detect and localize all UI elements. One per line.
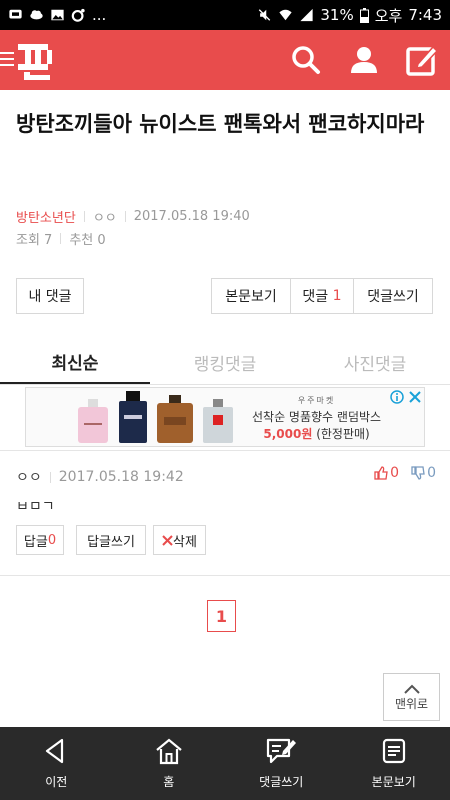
post-stats: 조회 7 추천 0 [16,229,106,248]
comment-text: ㅂㅁㄱ [16,499,55,515]
chat-icon [9,9,22,19]
nav-write-comment[interactable]: 댓글쓰기 [225,727,338,800]
meta-separator [124,211,126,222]
ad-headline: 선착순 명품향수 랜덤박스 [252,409,382,424]
status-ampm: 오후 [374,6,403,25]
search-icon [292,46,320,74]
edit-icon [406,45,438,76]
search-button[interactable] [288,42,324,78]
pann-logo[interactable] [14,38,54,82]
write-post-button[interactable] [404,42,440,78]
nav-back-label: 이전 [45,775,68,789]
upvote-count: 0 [390,465,400,481]
nav-home[interactable]: 홈 [113,727,226,800]
reply-button[interactable]: 답글 0 [16,525,64,555]
reply-count: 0 [47,532,57,548]
post-title: 방탄조끼들아 뉴이스트 팬톡와서 팬코하지마라 [16,112,425,136]
post-category[interactable]: 방탄소년단 [16,207,76,226]
nav-view-post[interactable]: 본문보기 [338,727,450,800]
meta-separator [83,211,85,222]
menu-icon[interactable] [0,49,14,69]
ad-price: 5,000원 [263,426,313,441]
perfume-pink-icon [78,399,108,443]
back-icon [46,738,64,764]
image-icon [51,9,64,21]
user-icon [351,47,377,73]
nav-back[interactable]: 이전 [0,727,113,800]
write-comment-button[interactable]: 댓글쓰기 [354,279,432,313]
downvote-count: 0 [427,465,436,481]
perfume-brown-icon [157,395,193,443]
nav-view-post-label: 본문보기 [371,775,416,789]
scroll-top-button[interactable]: 맨위로 [383,673,440,721]
post-views: 조회 7 [16,233,53,248]
my-comments-button[interactable]: 내 댓글 [16,278,84,314]
comment-datetime: 2017.05.18 19:42 [58,469,184,485]
app-bar [0,30,450,90]
meta-separator [60,233,62,244]
comment-meta: ㅇㅇ 2017.05.18 19:42 [16,467,184,487]
logo-mark [18,44,52,80]
divider [0,450,450,451]
battery-percent: 31% [320,6,354,24]
nav-write-comment-label: 댓글쓰기 [259,775,304,789]
chevron-up-icon [403,684,420,694]
comments-label: 댓글 [302,289,329,305]
write-reply-button[interactable]: 답글쓰기 [76,525,146,555]
page-number-current[interactable]: 1 [207,600,236,632]
home-icon [156,738,182,765]
status-bar: ... 31% 오후 7:43 [0,0,450,30]
ad-brand: 우주마켓 [297,395,336,405]
mute-icon [259,9,271,21]
comment-sort-tabs: 최신순 랭킹댓글 사진댓글 [0,340,450,385]
tab-latest[interactable]: 최신순 [0,340,150,384]
document-icon [382,738,405,764]
close-icon [162,534,173,546]
downvote-button[interactable]: 0 [411,465,436,481]
delete-button[interactable]: 삭제 [153,525,206,555]
upvote-button[interactable]: 0 [374,465,399,481]
ad-product-image [76,391,234,443]
post-datetime: 2017.05.18 19:40 [133,209,250,224]
delete-label: 삭제 [173,534,197,550]
battery-icon [359,7,369,23]
post-action-group: 본문보기 댓글 1 댓글쓰기 [211,278,433,314]
view-post-button[interactable]: 본문보기 [212,279,291,313]
record-icon [71,8,85,22]
post-meta: 방탄소년단 ㅇㅇ 2017.05.18 19:40 [16,207,250,226]
divider [0,575,450,576]
thumbs-up-icon [374,466,388,480]
comment-write-icon [267,738,297,764]
wifi-icon [279,9,292,21]
meta-separator [49,471,51,483]
post-author: ㅇㅇ [92,211,117,226]
comments-button[interactable]: 댓글 1 [291,279,354,313]
ad-suffix: (한정판매) [316,426,370,441]
ad-badges [388,388,424,406]
status-more: ... [92,6,107,24]
signal-icon [300,8,313,22]
profile-button[interactable] [346,42,382,78]
tab-photo[interactable]: 사진댓글 [300,340,450,384]
perfume-blue-icon [119,391,147,443]
cloud-icon [30,10,43,20]
comments-count: 1 [332,288,342,304]
comment-author: ㅇㅇ [16,470,42,486]
perfume-ferrari-icon [203,399,233,443]
reply-label: 답글 [23,534,48,550]
bottom-nav: 이전 홈 댓글쓰기 본문보기 [0,727,450,800]
ad-close-icon[interactable] [406,388,424,406]
status-time: 7:43 [408,6,442,24]
tab-ranking[interactable]: 랭킹댓글 [150,340,300,384]
comment-votes: 0 0 [374,465,436,481]
ad-info-icon[interactable] [388,388,406,406]
post-recommends: 추천 0 [69,233,106,248]
ad-text: 우주마켓 선착순 명품향수 랜덤박스 5,000원 (한정판매) [252,392,381,443]
ad-banner[interactable]: 우주마켓 선착순 명품향수 랜덤박스 5,000원 (한정판매) [25,387,425,447]
nav-home-label: 홈 [163,775,175,789]
scroll-top-label: 맨위로 [394,696,429,711]
thumbs-down-icon [411,466,425,480]
